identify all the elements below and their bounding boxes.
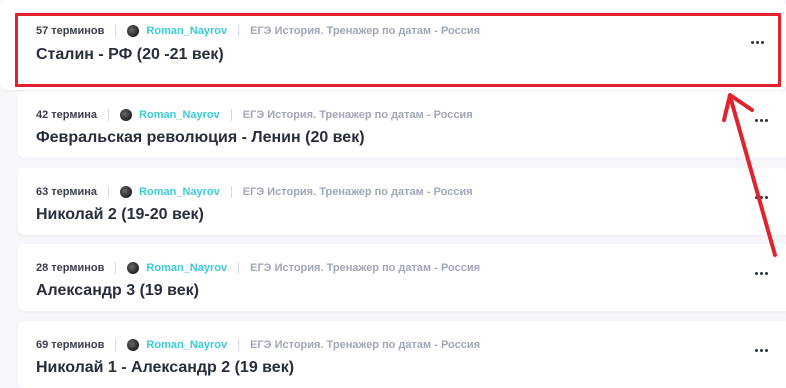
arrow-head xyxy=(722,93,754,122)
arrow-shaft xyxy=(728,94,777,257)
annotation-arrow xyxy=(722,93,777,257)
